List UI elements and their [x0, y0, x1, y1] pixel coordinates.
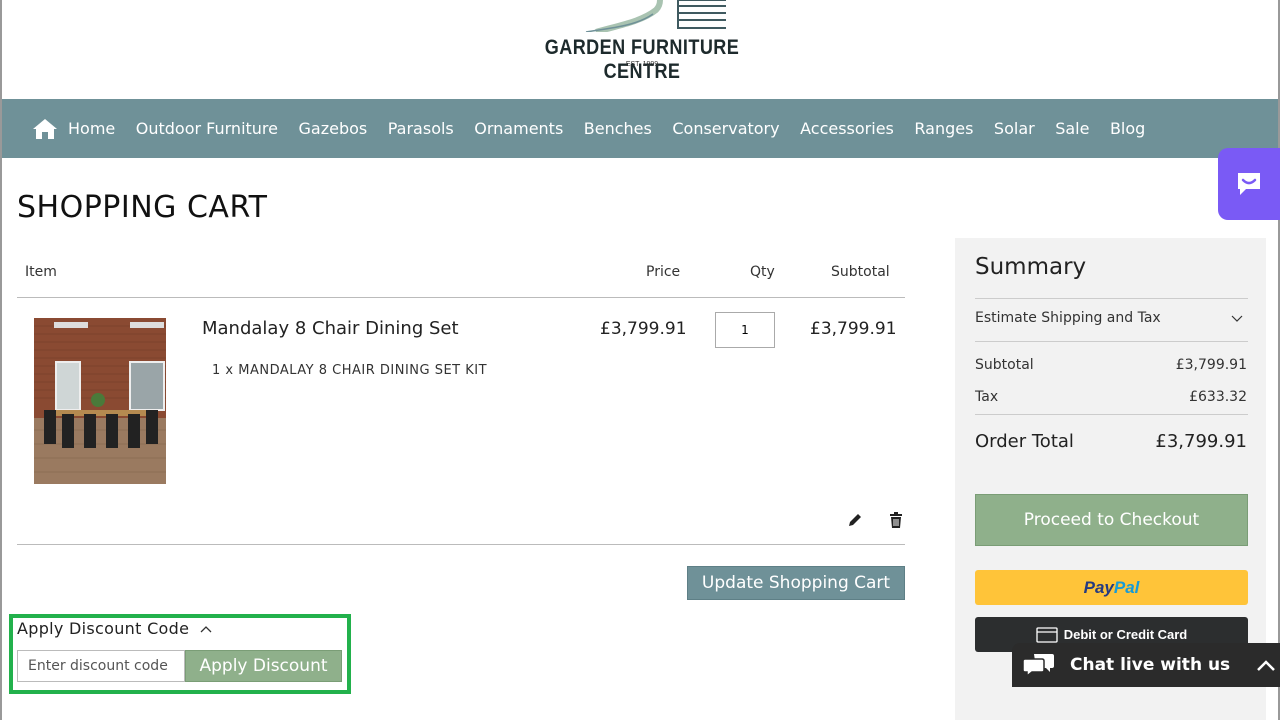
site-logo[interactable]: GARDEN FURNITURE CENTRE EST. 1999 [516, 0, 768, 83]
summary-subtotal-value: £3,799.91 [1175, 357, 1247, 373]
nav-item-blog[interactable]: Blog [1110, 119, 1145, 138]
estimate-shipping-toggle[interactable]: Estimate Shipping and Tax [975, 310, 1161, 326]
chat-bubble-icon [1238, 173, 1260, 195]
summary-tax-label: Tax [975, 389, 999, 405]
logo-est: EST. 1999 [625, 61, 659, 68]
divider [975, 414, 1248, 415]
nav-item-label: Home [68, 119, 116, 138]
credit-card-icon [1036, 626, 1058, 643]
product-image[interactable] [34, 318, 166, 484]
summary-tax-value: £633.32 [1189, 389, 1247, 405]
chevron-up-icon [1257, 660, 1276, 671]
divider [17, 297, 905, 298]
header-item: Item [25, 264, 57, 280]
logo-illustration [585, 0, 726, 32]
item-subtotal: £3,799.91 [810, 319, 897, 339]
divider [975, 298, 1248, 299]
paypal-logo-pal: Pal [1113, 577, 1140, 597]
main-nav: Home Outdoor Furniture Gazebos Parasols … [2, 99, 1278, 158]
header-qty: Qty [750, 264, 775, 280]
apply-discount-button[interactable]: Apply Discount [185, 650, 342, 682]
nav-item-ranges[interactable]: Ranges [914, 119, 973, 138]
trash-icon[interactable] [887, 511, 905, 529]
nav-item-parasols[interactable]: Parasols [388, 119, 454, 138]
chat-live-label: Chat live with us [1070, 655, 1231, 675]
proceed-to-checkout-button[interactable]: Proceed to Checkout [975, 494, 1248, 546]
discount-title-label: Apply Discount Code [17, 619, 190, 638]
nav-item-ornaments[interactable]: Ornaments [474, 119, 563, 138]
divider [975, 341, 1248, 342]
order-total-label: Order Total [975, 431, 1074, 452]
order-total-value: £3,799.91 [1155, 431, 1247, 452]
chat-widget-button[interactable] [1218, 148, 1280, 220]
chat-live-bar[interactable]: Chat live with us [1012, 643, 1280, 687]
nav-item-conservatory[interactable]: Conservatory [672, 119, 779, 138]
logo-name: GARDEN FURNITURE CENTRE [544, 36, 740, 83]
product-name[interactable]: Mandalay 8 Chair Dining Set [202, 318, 459, 339]
paypal-button[interactable]: Pay Pal [975, 570, 1248, 605]
summary-title: Summary [975, 254, 1087, 280]
update-cart-button[interactable]: Update Shopping Cart [687, 566, 905, 600]
chat-icon [1022, 654, 1054, 678]
quantity-input[interactable] [715, 312, 775, 348]
nav-item-accessories[interactable]: Accessories [800, 119, 894, 138]
header-price: Price [646, 264, 681, 280]
chevron-down-icon[interactable] [1230, 312, 1244, 324]
summary-subtotal-label: Subtotal [975, 357, 1034, 373]
paypal-logo-pay: Pay [1083, 577, 1114, 597]
nav-item-outdoor-furniture[interactable]: Outdoor Furniture [136, 119, 278, 138]
divider [17, 544, 905, 545]
card-button-label: Debit or Credit Card [1063, 627, 1188, 642]
discount-code-input[interactable] [17, 650, 185, 682]
product-option: 1 x MANDALAY 8 CHAIR DINING SET KIT [212, 363, 488, 378]
nav-item-solar[interactable]: Solar [994, 119, 1035, 138]
discount-toggle[interactable]: Apply Discount Code [17, 619, 213, 638]
nav-item-sale[interactable]: Sale [1055, 119, 1089, 138]
nav-item-benches[interactable]: Benches [584, 119, 652, 138]
nav-item-gazebos[interactable]: Gazebos [299, 119, 368, 138]
page-title: SHOPPING CART [17, 190, 268, 225]
nav-item-home[interactable]: Home [32, 118, 115, 140]
header-subtotal: Subtotal [831, 264, 890, 280]
edit-icon[interactable] [846, 511, 864, 529]
item-price: £3,799.91 [600, 319, 687, 339]
home-icon [33, 118, 57, 139]
chevron-up-icon [200, 625, 212, 632]
